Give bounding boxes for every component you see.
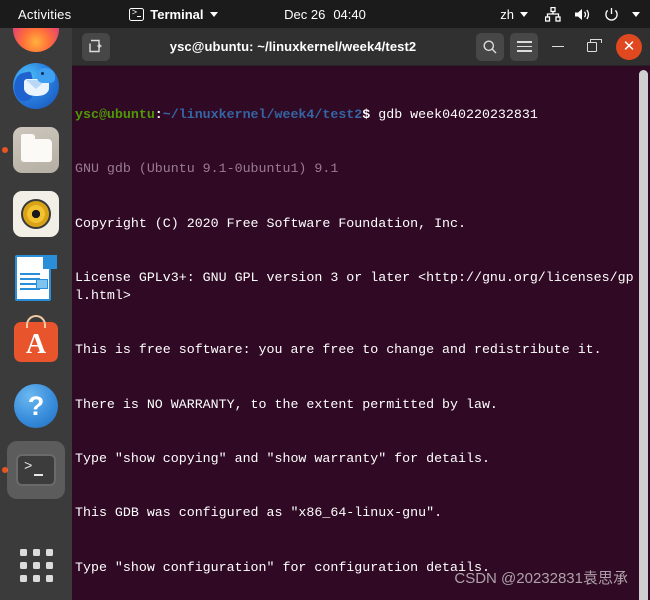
language-indicator[interactable]: zh xyxy=(500,7,528,22)
terminal-line: This is free software: you are free to c… xyxy=(75,342,602,358)
chevron-down-icon[interactable] xyxy=(632,11,640,17)
files-icon xyxy=(13,127,59,173)
dock-item-libreoffice-writer[interactable] xyxy=(0,246,72,310)
libreoffice-writer-icon xyxy=(15,255,57,301)
window-titlebar: ysc@ubuntu: ~/linuxkernel/week4/test2 ✕ xyxy=(72,28,650,66)
terminal-prompt-line: ysc@ubuntu:~/linuxkernel/week4/test2$ gd… xyxy=(75,106,637,124)
terminal-body[interactable]: ysc@ubuntu:~/linuxkernel/week4/test2$ gd… xyxy=(72,66,650,600)
dock-item-terminal[interactable] xyxy=(0,438,72,502)
restore-icon[interactable] xyxy=(578,33,606,61)
terminal-line: There is NO WARRANTY, to the extent perm… xyxy=(75,396,498,412)
system-tray: zh xyxy=(500,6,640,22)
terminal-scrollbar[interactable] xyxy=(639,70,648,600)
terminal-window: ysc@ubuntu: ~/linuxkernel/week4/test2 ✕ … xyxy=(72,28,650,600)
dock-item-rhythmbox[interactable] xyxy=(0,182,72,246)
network-wired-icon[interactable] xyxy=(545,6,561,22)
chevron-down-icon xyxy=(520,11,528,17)
dock-item-help[interactable]: ? xyxy=(0,374,72,438)
dock-item-ubuntu-software[interactable]: A xyxy=(0,310,72,374)
dock-item-files[interactable] xyxy=(0,118,72,182)
close-icon[interactable]: ✕ xyxy=(616,33,642,60)
activities-button[interactable]: Activities xyxy=(12,5,77,24)
prompt-path: ~/linuxkernel/week4/test2 xyxy=(162,107,363,123)
terminal-icon xyxy=(16,454,56,486)
firefox-icon xyxy=(13,28,59,52)
gnome-top-bar: Activities Terminal Dec 26 04:40 zh xyxy=(0,0,650,28)
chevron-down-icon xyxy=(209,11,218,17)
terminal-line: GNU gdb (Ubuntu 9.1-0ubuntu1) 9.1 xyxy=(75,161,339,177)
terminal-icon xyxy=(129,7,145,21)
prompt-user-host: ysc@ubuntu xyxy=(75,107,155,123)
grid-icon xyxy=(19,549,53,582)
hamburger-menu-icon[interactable] xyxy=(510,32,538,61)
ubuntu-software-icon: A xyxy=(14,315,58,362)
terminal-line: License GPLv3+: GNU GPL version 3 or lat… xyxy=(75,270,634,304)
dock-item-thunderbird[interactable] xyxy=(0,54,72,118)
power-icon[interactable] xyxy=(604,7,619,22)
terminal-output: ysc@ubuntu:~/linuxkernel/week4/test2$ gd… xyxy=(75,70,637,600)
minimize-icon[interactable] xyxy=(544,33,572,61)
prompt-command: gdb week040220232831 xyxy=(370,107,538,123)
ubuntu-dock: A ? xyxy=(0,28,72,600)
clock-button[interactable]: Dec 26 04:40 xyxy=(284,7,366,22)
volume-icon[interactable] xyxy=(574,7,591,22)
desktop-screen: Activities Terminal Dec 26 04:40 zh xyxy=(0,0,650,600)
app-menu-label: Terminal xyxy=(150,6,204,22)
app-menu-button[interactable]: Terminal xyxy=(129,6,218,22)
window-controls: ✕ xyxy=(476,32,650,61)
terminal-line: Type "show copying" and "show warranty" … xyxy=(75,450,490,466)
show-applications-button[interactable] xyxy=(0,549,72,582)
dock-item-firefox[interactable] xyxy=(0,28,72,54)
search-icon[interactable] xyxy=(476,32,504,61)
window-title: ysc@ubuntu: ~/linuxkernel/week4/test2 xyxy=(169,39,417,54)
watermark-text: CSDN @20232831袁思承 xyxy=(454,570,628,587)
language-label: zh xyxy=(500,6,514,22)
rhythmbox-icon xyxy=(13,191,59,237)
clock-date: Dec 26 xyxy=(284,6,326,22)
terminal-line: Copyright (C) 2020 Free Software Foundat… xyxy=(75,215,466,231)
clock-time: 04:40 xyxy=(333,6,366,22)
thunderbird-icon xyxy=(13,63,59,109)
terminal-line: This GDB was configured as "x86_64-linux… xyxy=(75,505,443,521)
help-icon: ? xyxy=(14,384,58,428)
prompt-colon: : xyxy=(154,107,163,123)
new-tab-icon[interactable] xyxy=(82,32,110,61)
